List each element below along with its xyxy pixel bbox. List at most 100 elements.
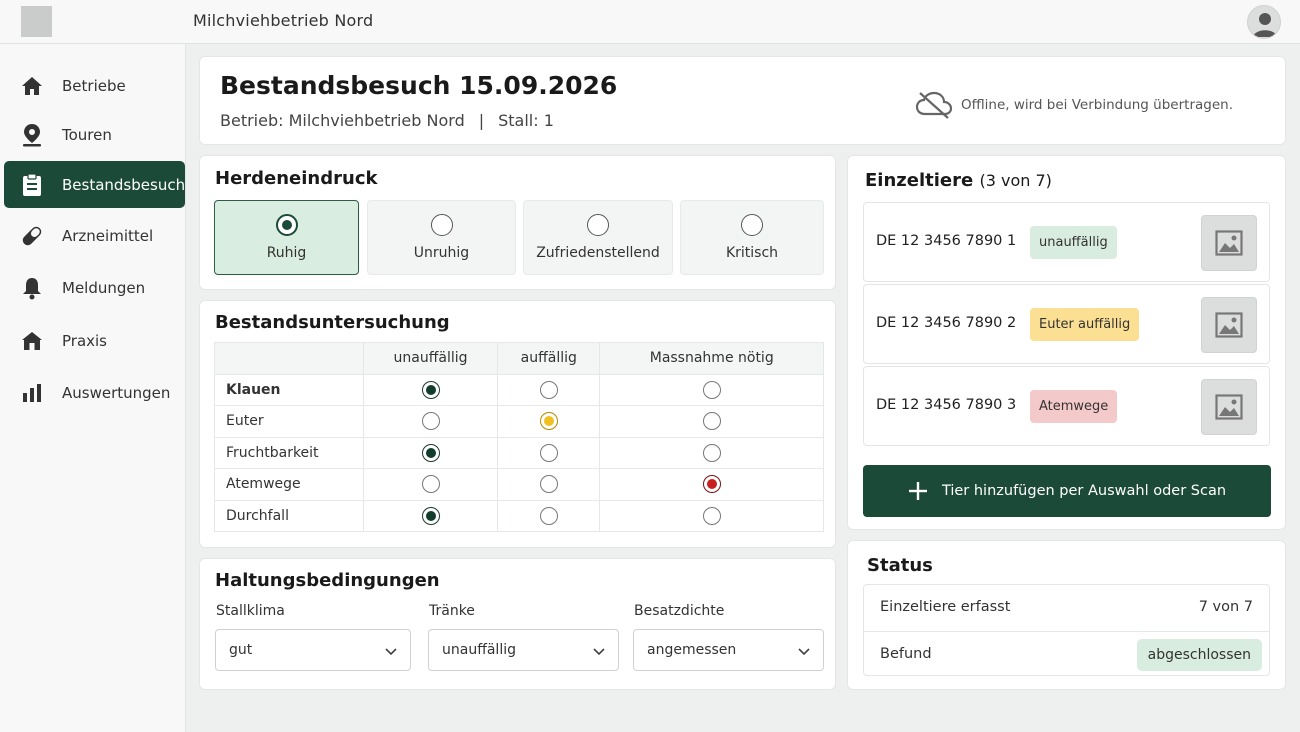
avatar[interactable] <box>1247 5 1281 39</box>
select-value: unauffällig <box>442 642 516 658</box>
status-badge: Euter auffällig <box>1030 308 1140 341</box>
table-row: Atemwege <box>214 468 824 501</box>
chevron-down-icon <box>593 648 605 656</box>
radio-button[interactable] <box>702 443 721 462</box>
table-header: unauffällig <box>362 342 499 375</box>
table-cell <box>362 405 499 438</box>
sidebar-item-meldungen[interactable]: Meldungen <box>4 264 185 311</box>
impression-label: Zufriedenstellend <box>536 245 660 261</box>
radio-button[interactable] <box>702 412 721 431</box>
bell-icon <box>20 276 44 300</box>
impression-option-ruhig[interactable]: Ruhig <box>214 200 359 275</box>
add-animal-label: Tier hinzufügen per Auswahl oder Scan <box>941 483 1227 499</box>
sidebar-item-label: Betriebe <box>62 76 126 95</box>
radio-button[interactable] <box>275 214 298 236</box>
stall-number: Stall: 1 <box>498 111 554 130</box>
impression-option-zufriedenstellend[interactable]: Zufriedenstellend <box>523 200 673 275</box>
field-label-traenke: Tränke <box>429 603 475 619</box>
radio-button[interactable] <box>430 214 453 236</box>
table-cell <box>599 499 824 532</box>
table-row: Durchfall <box>214 499 824 532</box>
status-badge: Atemwege <box>1030 390 1118 423</box>
cloud-offline-icon <box>915 91 953 119</box>
status-card: Status Einzeltiere erfasst 7 von 7 Befun… <box>847 540 1286 690</box>
section-title: Einzeltiere (3 von 7) <box>865 170 1052 191</box>
row-label: Durchfall <box>214 499 364 532</box>
table-row: Euter <box>214 405 824 438</box>
visit-header-card: Bestandsbesuch 15.09.2026 Betrieb: Milch… <box>199 56 1286 145</box>
list-item[interactable]: DE 12 3456 7890 3 Atemwege <box>863 366 1270 446</box>
stallklima-select[interactable]: gut <box>215 629 411 671</box>
sidebar-item-bestandsbesuch[interactable]: Bestandsbesuch <box>4 161 185 208</box>
radio-button[interactable] <box>702 506 721 525</box>
radio-button[interactable] <box>539 506 558 525</box>
row-label: Euter <box>214 405 364 438</box>
select-value: angemessen <box>647 642 737 658</box>
row-label: Atemwege <box>214 468 364 501</box>
status-row: Einzeltiere erfasst 7 von 7 <box>864 585 1269 631</box>
radio-button[interactable] <box>539 380 558 399</box>
bar-chart-icon <box>20 381 44 405</box>
impression-option-kritisch[interactable]: Kritisch <box>680 200 824 275</box>
table-header-row: unauffällig auffällig Massnahme nötig <box>214 342 824 375</box>
image-placeholder[interactable] <box>1201 215 1257 271</box>
status-badge: unauffällig <box>1030 226 1117 259</box>
image-placeholder[interactable] <box>1201 379 1257 435</box>
table-header: Massnahme nötig <box>599 342 824 375</box>
impression-option-unruhig[interactable]: Unruhig <box>367 200 516 275</box>
radio-button[interactable] <box>539 412 558 431</box>
besatzdichte-select[interactable]: angemessen <box>633 629 824 671</box>
select-value: gut <box>229 642 253 658</box>
building-icon <box>20 329 44 353</box>
section-title: Haltungsbedingungen <box>215 570 440 591</box>
list-item[interactable]: DE 12 3456 7890 2 Euter auffällig <box>863 284 1270 364</box>
radio-button[interactable] <box>587 214 609 236</box>
farm-name: Betrieb: Milchviehbetrieb Nord <box>220 111 465 130</box>
sidebar-item-arzneimittel[interactable]: Arzneimittel <box>4 212 185 259</box>
radio-button[interactable] <box>421 443 440 462</box>
image-placeholder[interactable] <box>1201 297 1257 353</box>
section-title: Status <box>867 555 933 576</box>
clipboard-icon <box>20 173 44 197</box>
ear-tag: DE 12 3456 7890 1 <box>876 233 1017 249</box>
row-label: Fruchtbarkeit <box>214 436 364 469</box>
radio-button[interactable] <box>539 443 558 462</box>
home-icon <box>20 74 44 98</box>
sidebar-item-touren[interactable]: Touren <box>4 111 185 158</box>
radio-button[interactable] <box>741 214 763 236</box>
pill-icon <box>20 224 44 248</box>
sidebar-item-auswertungen[interactable]: Auswertungen <box>4 369 185 416</box>
status-label: Befund <box>880 646 932 662</box>
visit-subtitle: Betrieb: Milchviehbetrieb Nord | Stall: 1 <box>220 111 554 130</box>
radio-button[interactable] <box>702 475 721 494</box>
separator: | <box>478 111 485 130</box>
sidebar-item-praxis[interactable]: Praxis <box>4 317 185 364</box>
status-label: Einzeltiere erfasst <box>880 599 1011 615</box>
user-icon <box>1253 13 1277 37</box>
radio-button[interactable] <box>421 506 440 525</box>
table-cell <box>497 373 601 406</box>
table-cell <box>362 436 499 469</box>
traenke-select[interactable]: unauffällig <box>428 629 619 671</box>
examination-table: unauffällig auffällig Massnahme nötig Kl… <box>214 342 824 532</box>
sidebar: Betriebe Touren Bestandsbesuch Arzneimit… <box>0 44 186 732</box>
add-animal-button[interactable]: Tier hinzufügen per Auswahl oder Scan <box>863 465 1271 517</box>
table-cell <box>497 405 601 438</box>
animals-title: Einzeltiere <box>865 170 974 191</box>
offline-status: Offline, wird bei Verbindung übertragen. <box>915 91 1233 119</box>
row-label: Klauen <box>214 373 364 406</box>
animals-count: (3 von 7) <box>979 171 1052 190</box>
table-cell <box>497 436 601 469</box>
radio-button[interactable] <box>421 380 440 399</box>
list-item[interactable]: DE 12 3456 7890 1 unauffällig <box>863 202 1270 282</box>
radio-button[interactable] <box>702 380 721 399</box>
impression-label: Ruhig <box>266 245 307 261</box>
impression-label: Unruhig <box>413 245 470 261</box>
radio-button[interactable] <box>421 475 440 494</box>
sidebar-item-label: Bestandsbesuch <box>62 175 186 194</box>
chevron-down-icon <box>385 648 397 656</box>
sidebar-item-betriebe[interactable]: Betriebe <box>4 62 185 109</box>
radio-button[interactable] <box>539 475 558 494</box>
radio-button[interactable] <box>421 412 440 431</box>
status-row: Befund abgeschlossen <box>864 631 1269 677</box>
